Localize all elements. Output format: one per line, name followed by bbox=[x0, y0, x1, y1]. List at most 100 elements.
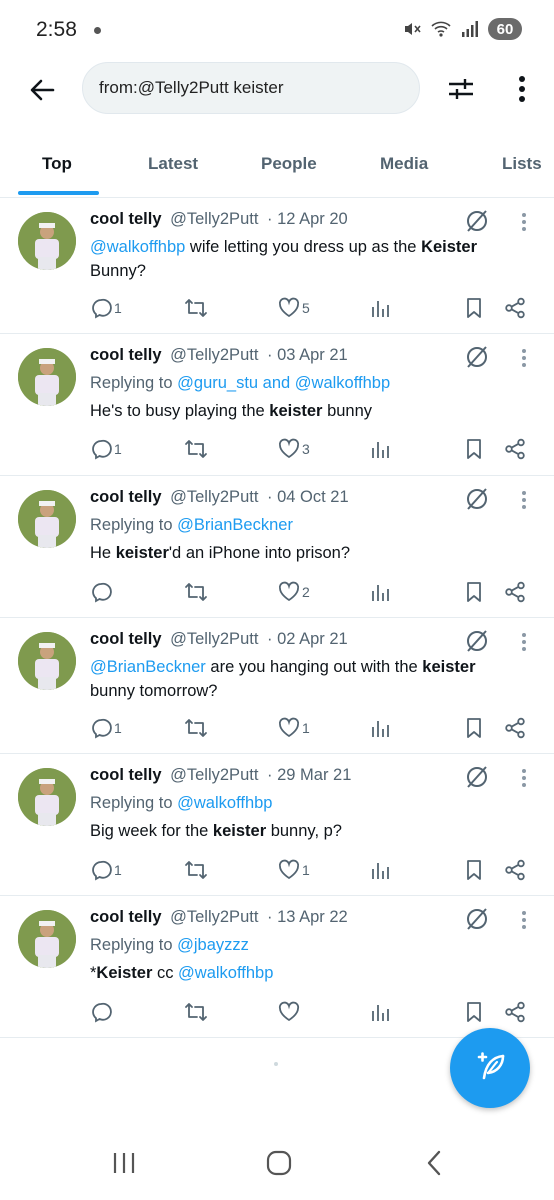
views-button[interactable] bbox=[370, 855, 390, 885]
tweet-menu-icon[interactable] bbox=[512, 210, 536, 234]
reply-to-users[interactable]: @walkoffhbp bbox=[177, 794, 272, 812]
tweet-header: cool telly @Telly2Putt · 29 Mar 21 bbox=[90, 766, 351, 785]
like-button[interactable]: 5 bbox=[278, 293, 310, 323]
retweet-button[interactable] bbox=[184, 855, 210, 885]
tweet-menu-icon[interactable] bbox=[512, 908, 536, 932]
share-button[interactable] bbox=[504, 997, 526, 1027]
grok-icon[interactable] bbox=[464, 906, 490, 932]
retweet-icon bbox=[185, 299, 207, 317]
bookmark-icon bbox=[467, 298, 481, 318]
author-handle: @Telly2Putt bbox=[170, 210, 259, 228]
mention-link[interactable]: @walkoffhbp bbox=[90, 238, 185, 256]
reply-button[interactable]: 1 bbox=[90, 855, 122, 885]
author-name[interactable]: cool telly bbox=[90, 630, 162, 648]
like-button[interactable] bbox=[278, 997, 302, 1027]
search-filter-button[interactable] bbox=[440, 68, 482, 110]
avatar[interactable] bbox=[18, 910, 76, 968]
views-button[interactable] bbox=[370, 293, 390, 323]
text-segment: Big week for the bbox=[90, 822, 213, 840]
keyword-highlight: Keister bbox=[96, 964, 153, 982]
wifi-icon bbox=[431, 21, 451, 37]
tweet[interactable]: cool telly @Telly2Putt · 12 Apr 20 @walk… bbox=[0, 198, 554, 334]
tweet[interactable]: cool telly @Telly2Putt · 02 Apr 21 @Bria… bbox=[0, 618, 554, 754]
like-button[interactable]: 1 bbox=[278, 713, 310, 743]
bookmark-button[interactable] bbox=[464, 293, 484, 323]
bookmark-button[interactable] bbox=[464, 577, 484, 607]
author-name[interactable]: cool telly bbox=[90, 908, 162, 926]
views-button[interactable] bbox=[370, 434, 390, 464]
compose-post-button[interactable] bbox=[450, 1028, 530, 1108]
share-icon bbox=[505, 438, 525, 460]
avatar[interactable] bbox=[18, 768, 76, 826]
views-button[interactable] bbox=[370, 713, 390, 743]
like-button[interactable]: 1 bbox=[278, 855, 310, 885]
tweet[interactable]: cool telly @Telly2Putt · 13 Apr 22 Reply… bbox=[0, 896, 554, 1038]
reply-button[interactable]: 1 bbox=[90, 434, 122, 464]
grok-icon[interactable] bbox=[464, 628, 490, 654]
bookmark-button[interactable] bbox=[464, 855, 484, 885]
grok-icon[interactable] bbox=[464, 208, 490, 234]
reply-button[interactable] bbox=[90, 577, 114, 607]
author-name[interactable]: cool telly bbox=[90, 766, 162, 784]
search-input[interactable]: from:@Telly2Putt keister bbox=[82, 62, 420, 114]
reply-button[interactable]: 1 bbox=[90, 713, 122, 743]
tweet-menu-icon[interactable] bbox=[512, 766, 536, 790]
status-icons: 60 bbox=[402, 18, 522, 40]
bookmark-icon bbox=[467, 582, 481, 602]
avatar[interactable] bbox=[18, 632, 76, 690]
tweet[interactable]: cool telly @Telly2Putt · 04 Oct 21 Reply… bbox=[0, 476, 554, 618]
author-name[interactable]: cool telly bbox=[90, 346, 162, 364]
tweet-menu-icon[interactable] bbox=[512, 630, 536, 654]
share-button[interactable] bbox=[504, 713, 526, 743]
bookmark-button[interactable] bbox=[464, 997, 484, 1027]
recent-apps-button[interactable] bbox=[104, 1148, 144, 1178]
avatar[interactable] bbox=[18, 348, 76, 406]
grok-icon[interactable] bbox=[464, 764, 490, 790]
retweet-button[interactable] bbox=[184, 293, 210, 323]
author-name[interactable]: cool telly bbox=[90, 488, 162, 506]
tweet-date: · 04 Oct 21 bbox=[267, 488, 349, 506]
reply-button[interactable] bbox=[90, 997, 114, 1027]
bookmark-button[interactable] bbox=[464, 434, 484, 464]
reply-to-users[interactable]: @jbayzzz bbox=[177, 936, 249, 954]
share-button[interactable] bbox=[504, 293, 526, 323]
bookmark-button[interactable] bbox=[464, 713, 484, 743]
back-button[interactable] bbox=[22, 70, 62, 110]
like-button[interactable]: 3 bbox=[278, 434, 310, 464]
avatar[interactable] bbox=[18, 490, 76, 548]
retweet-button[interactable] bbox=[184, 997, 210, 1027]
mention-link[interactable]: @walkoffhbp bbox=[178, 964, 273, 982]
tab-latest[interactable]: Latest bbox=[148, 154, 198, 174]
views-button[interactable] bbox=[370, 577, 390, 607]
reply-to-users[interactable]: @guru_stu and @walkoffhbp bbox=[177, 374, 390, 392]
author-name[interactable]: cool telly bbox=[90, 210, 162, 228]
grok-icon[interactable] bbox=[464, 486, 490, 512]
reply-to-users[interactable]: @BrianBeckner bbox=[177, 516, 293, 534]
share-button[interactable] bbox=[504, 434, 526, 464]
tab-top[interactable]: Top bbox=[42, 154, 72, 174]
replying-to: Replying to @BrianBeckner bbox=[90, 516, 293, 535]
retweet-icon bbox=[185, 440, 207, 458]
more-options-button[interactable] bbox=[502, 68, 542, 110]
reply-button[interactable]: 1 bbox=[90, 293, 122, 323]
tweet-menu-icon[interactable] bbox=[512, 488, 536, 512]
home-button[interactable] bbox=[259, 1148, 299, 1178]
tab-lists[interactable]: Lists bbox=[502, 154, 542, 174]
tweet[interactable]: cool telly @Telly2Putt · 03 Apr 21 Reply… bbox=[0, 334, 554, 476]
tweet-menu-icon[interactable] bbox=[512, 346, 536, 370]
avatar[interactable] bbox=[18, 212, 76, 270]
grok-icon[interactable] bbox=[464, 344, 490, 370]
like-button[interactable]: 2 bbox=[278, 577, 310, 607]
tab-media[interactable]: Media bbox=[380, 154, 428, 174]
retweet-button[interactable] bbox=[184, 434, 210, 464]
retweet-button[interactable] bbox=[184, 713, 210, 743]
replying-to: Replying to @guru_stu and @walkoffhbp bbox=[90, 374, 390, 393]
mention-link[interactable]: @BrianBeckner bbox=[90, 658, 206, 676]
tab-people[interactable]: People bbox=[261, 154, 317, 174]
system-back-button[interactable] bbox=[414, 1148, 454, 1178]
share-button[interactable] bbox=[504, 855, 526, 885]
retweet-button[interactable] bbox=[184, 577, 210, 607]
share-button[interactable] bbox=[504, 577, 526, 607]
views-button[interactable] bbox=[370, 997, 390, 1027]
tweet[interactable]: cool telly @Telly2Putt · 29 Mar 21 Reply… bbox=[0, 754, 554, 896]
